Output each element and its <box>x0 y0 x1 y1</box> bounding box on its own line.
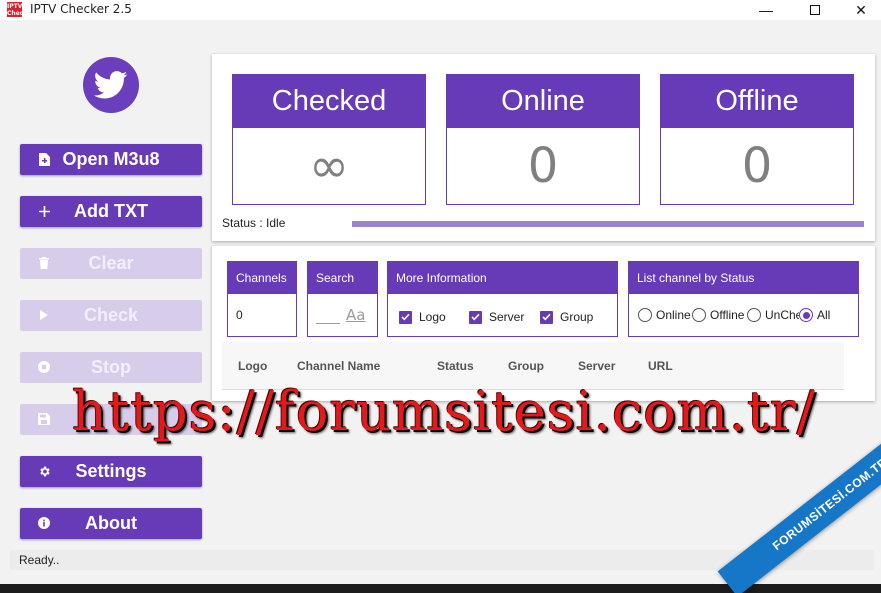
checked-label: Checked <box>233 75 425 128</box>
radio-circle-icon <box>747 308 761 322</box>
column-channel-name[interactable]: Channel Name <box>297 359 380 373</box>
radio-offline-label: Offline <box>710 308 745 322</box>
online-value: 0 <box>527 138 559 194</box>
minimize-icon: — <box>759 2 773 18</box>
radio-selected-icon <box>799 308 813 322</box>
radio-all-label: All <box>817 308 831 322</box>
channels-label: Channels <box>228 262 296 294</box>
app-icon: IPTV Checker <box>7 2 35 17</box>
offline-card: Offline 0 <box>660 74 854 205</box>
clear-button[interactable]: Clear <box>20 248 202 279</box>
radio-all[interactable]: All <box>799 308 851 322</box>
save-icon <box>37 412 51 426</box>
online-card: Online 0 <box>446 74 640 205</box>
window-title: IPTV Checker 2.5 <box>30 2 132 16</box>
channel-panel: Channels 0 Search Aa More Information Lo… <box>212 246 875 401</box>
add-txt-button[interactable]: Add TXT <box>20 196 202 227</box>
progress-bar <box>352 221 864 227</box>
stop-button[interactable]: Stop <box>20 352 202 383</box>
search-label: Search <box>308 262 377 294</box>
play-icon <box>37 308 51 322</box>
channels-count: 0 <box>236 308 243 322</box>
stats-panel: Checked ∞ Online 0 Offline 0 Status : Id… <box>212 54 875 241</box>
maximize-icon <box>810 5 820 15</box>
stop-icon <box>37 360 51 374</box>
open-m3u8-button[interactable]: Open M3u8 <box>20 144 202 175</box>
status-filter-box: List channel by Status Online Offline Un… <box>628 261 859 337</box>
about-button[interactable]: About <box>20 508 202 539</box>
radio-uncheck[interactable]: UnCheck <box>747 308 799 322</box>
column-logo[interactable]: Logo <box>238 359 267 373</box>
radio-online-label: Online <box>656 308 691 322</box>
radio-online[interactable]: Online <box>638 308 692 322</box>
close-button[interactable]: ✕ <box>838 0 881 20</box>
status-text: Status : Idle <box>222 216 286 230</box>
progress-fill <box>352 221 864 227</box>
info-icon <box>37 516 51 530</box>
radio-circle-icon <box>638 308 652 322</box>
search-input[interactable] <box>316 306 340 324</box>
main-window: Open M3u8 Add TXT Clear Check Stop Setti… <box>0 20 881 593</box>
maximize-button[interactable] <box>792 0 838 20</box>
group-checkbox[interactable]: Group <box>540 310 593 324</box>
checked-value: ∞ <box>309 138 349 194</box>
radio-circle-icon <box>692 308 706 322</box>
close-icon: ✕ <box>855 1 867 18</box>
plus-icon <box>37 204 51 218</box>
title-bar: IPTV Checker IPTV Checker 2.5 — ✕ <box>0 0 881 20</box>
logo-checkbox-label: Logo <box>419 310 446 324</box>
channel-table-header: Logo Channel Name Status Group Server UR… <box>222 342 844 390</box>
column-group[interactable]: Group <box>508 359 544 373</box>
offline-value: 0 <box>741 138 773 194</box>
checked-card: Checked ∞ <box>232 74 426 205</box>
gear-icon <box>37 464 51 478</box>
twitter-avatar[interactable] <box>83 57 139 113</box>
radio-offline[interactable]: Offline <box>692 308 747 322</box>
save-button[interactable] <box>20 404 202 435</box>
radio-uncheck-label: UnCheck <box>765 308 799 322</box>
checkmark-icon <box>469 310 482 324</box>
server-checkbox-label: Server <box>489 310 525 324</box>
checkmark-icon <box>399 310 412 324</box>
group-checkbox-label: Group <box>560 310 594 324</box>
more-information-label: More Information <box>388 262 617 294</box>
logo-checkbox[interactable]: Logo <box>399 310 446 324</box>
minimize-button[interactable]: — <box>743 0 789 20</box>
column-status[interactable]: Status <box>437 359 474 373</box>
twitter-bird-icon <box>94 71 128 99</box>
server-checkbox[interactable]: Server <box>469 310 524 324</box>
check-button[interactable]: Check <box>20 300 202 331</box>
more-information-box: More Information Logo Server Group <box>387 261 618 337</box>
search-box: Search Aa <box>307 261 378 337</box>
status-filter-label: List channel by Status <box>629 262 858 294</box>
text-format-icon[interactable]: Aa <box>346 306 365 324</box>
offline-label: Offline <box>661 75 853 128</box>
settings-button[interactable]: Settings <box>20 456 202 487</box>
checkmark-icon <box>540 310 553 324</box>
trash-icon <box>37 256 51 270</box>
file-import-icon <box>37 152 51 166</box>
channels-box: Channels 0 <box>227 261 297 337</box>
column-server[interactable]: Server <box>578 359 615 373</box>
column-url[interactable]: URL <box>648 359 673 373</box>
online-label: Online <box>447 75 639 128</box>
